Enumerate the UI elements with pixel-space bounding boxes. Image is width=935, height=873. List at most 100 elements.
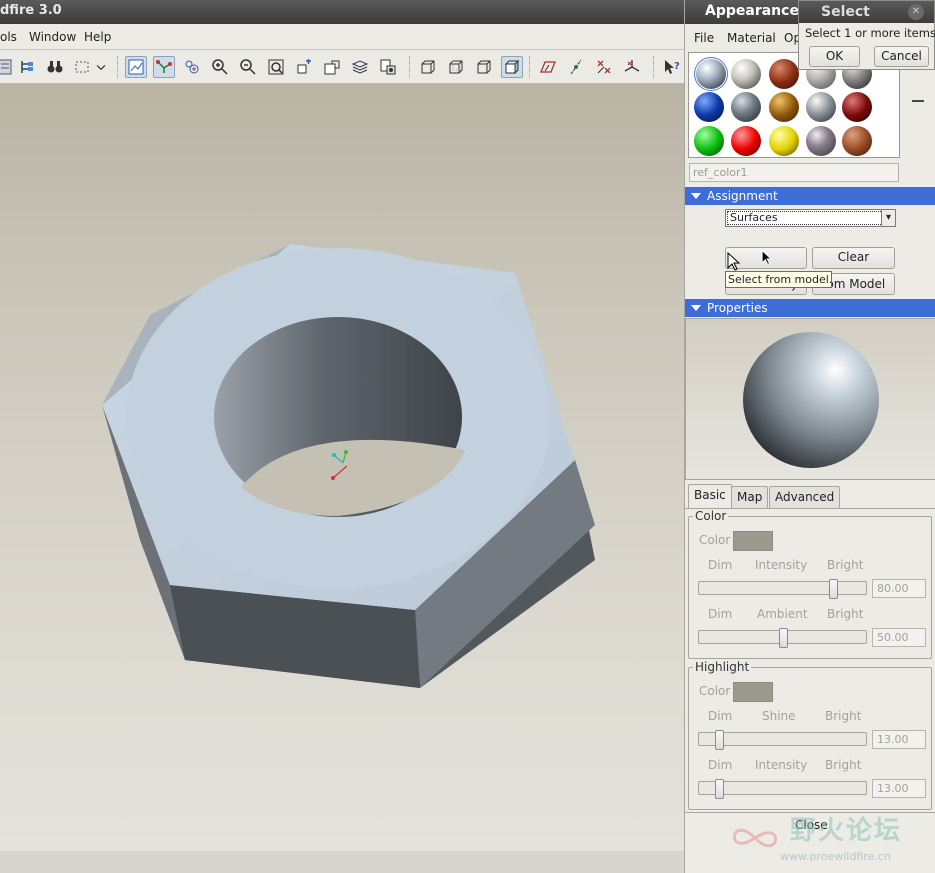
highlight-shine-value[interactable]: 13.00 (872, 730, 926, 749)
cancel-button[interactable]: Cancel (874, 46, 929, 67)
slider-thumb[interactable] (715, 730, 724, 750)
bright-label: Bright (825, 709, 862, 723)
intensity-label: Intensity (755, 558, 808, 572)
color-intensity-value[interactable]: 80.00 (872, 579, 926, 598)
datum-plane-display-icon[interactable] (125, 56, 147, 78)
swatch-terracotta[interactable] (842, 126, 872, 156)
shading-icon[interactable] (501, 56, 523, 78)
menu-tools[interactable]: ols (0, 30, 17, 44)
color-swatch[interactable] (733, 531, 773, 551)
hidden-line-icon[interactable] (445, 56, 467, 78)
color-intensity-slider[interactable] (698, 579, 867, 599)
remove-appearance-icon[interactable] (911, 94, 925, 108)
selection-box-icon[interactable] (72, 56, 94, 78)
hex-nut-model[interactable] (0, 84, 684, 851)
menu-window[interactable]: Window (29, 30, 76, 44)
swatch-bronze[interactable] (769, 92, 799, 122)
wireframe-icon[interactable] (417, 56, 439, 78)
binoculars-icon[interactable] (44, 56, 66, 78)
saved-views-icon[interactable] (321, 56, 343, 78)
watermark: 野火论坛 www.proewildfire.cn (720, 806, 935, 870)
select-dialog: Select ✕ Select 1 or more items. OK Canc… (798, 0, 935, 70)
swatch-chrome[interactable] (806, 92, 836, 122)
watermark-title: 野火论坛 (790, 816, 903, 846)
highlight-intensity-slider[interactable] (698, 779, 867, 799)
color-ambient-value[interactable]: 50.00 (872, 628, 926, 647)
svg-text:?: ? (674, 61, 680, 72)
view-manager-icon[interactable] (377, 56, 399, 78)
zoom-in-icon[interactable] (209, 56, 231, 78)
highlight-intensity-value[interactable]: 13.00 (872, 779, 926, 798)
menu-help[interactable]: Help (84, 30, 111, 44)
select-dialog-message: Select 1 or more items. (805, 26, 935, 40)
repaint-icon[interactable] (0, 56, 16, 78)
swatch-ref-color1[interactable] (694, 57, 728, 91)
slider-thumb[interactable] (779, 628, 788, 648)
swatch-red[interactable] (731, 126, 761, 156)
coordinate-system-icon[interactable] (621, 56, 643, 78)
main-menu-bar: ols Window Help (0, 24, 684, 50)
shine-label: Shine (762, 709, 796, 723)
clear-button[interactable]: Clear (812, 247, 895, 269)
select-from-model-tooltip: Select from model. (725, 271, 832, 288)
highlight-shine-slider[interactable] (698, 730, 867, 750)
tab-basic[interactable]: Basic (688, 484, 732, 509)
chevron-down-icon[interactable] (94, 56, 108, 78)
bright-label: Bright (827, 607, 864, 621)
model-tree-icon[interactable] (16, 56, 38, 78)
context-help-icon[interactable]: ? (661, 56, 683, 78)
swatch-green[interactable] (694, 126, 724, 156)
tab-map[interactable]: Map (731, 486, 769, 508)
swatch-copper[interactable] (769, 59, 799, 89)
no-hidden-icon[interactable] (473, 56, 495, 78)
swatch-blue[interactable] (694, 92, 724, 122)
assignment-header-label: Assignment (707, 189, 778, 203)
toolbar-separator (653, 56, 654, 78)
color-ambient-slider[interactable] (698, 628, 867, 648)
slider-thumb[interactable] (715, 779, 724, 799)
swatch-marble[interactable] (806, 126, 836, 156)
select-dialog-title: Select (821, 4, 870, 20)
main-window-title: dfire 3.0 (0, 3, 62, 18)
swatch-yellow[interactable] (769, 126, 799, 156)
datum-axis-icon[interactable] (565, 56, 587, 78)
dim-label: Dim (708, 558, 733, 572)
properties-tabs: Basic Map Advanced (685, 484, 935, 509)
appearance-panel: Appearance File Material Op ref_color1 A… (684, 0, 935, 873)
zoom-out-icon[interactable] (237, 56, 259, 78)
collapse-triangle-icon (691, 305, 701, 311)
mouse-pointer-icon (727, 251, 741, 272)
appearance-title: Appearance (705, 3, 799, 19)
collapse-triangle-icon (691, 193, 701, 199)
toolbar-separator (117, 56, 118, 78)
appearance-name-field[interactable]: ref_color1 (689, 163, 899, 182)
layers-icon[interactable] (349, 56, 371, 78)
assignment-section-header[interactable]: Assignment (685, 187, 935, 205)
highlight-color-swatch[interactable] (733, 682, 773, 702)
color-group-legend: Color (693, 509, 729, 523)
properties-section-header[interactable]: Properties (685, 299, 935, 317)
datum-axis-display-icon[interactable] (153, 56, 175, 78)
cursor-arrow-icon (761, 249, 773, 266)
toolbar-separator (409, 56, 410, 78)
refit-icon[interactable] (265, 56, 287, 78)
close-icon[interactable]: ✕ (908, 4, 924, 20)
reorient-icon[interactable] (293, 56, 315, 78)
tab-advanced[interactable]: Advanced (769, 486, 841, 508)
swatch-steel[interactable] (731, 92, 761, 122)
datum-plane-icon[interactable] (537, 56, 559, 78)
highlight-group-legend: Highlight (693, 660, 752, 674)
appearance-menu-material[interactable]: Material (727, 31, 776, 45)
chevron-down-icon[interactable]: ▾ (881, 209, 896, 227)
assignment-type-dropdown[interactable]: Surfaces (725, 209, 895, 227)
datum-point-display-icon[interactable] (181, 56, 203, 78)
appearance-menu-file[interactable]: File (694, 31, 714, 45)
swatch-white[interactable] (731, 59, 761, 89)
bright-label: Bright (827, 558, 864, 572)
swatch-dark-red[interactable] (842, 92, 872, 122)
ok-button[interactable]: OK (809, 46, 860, 67)
datum-point-icon[interactable] (593, 56, 615, 78)
ambient-label: Ambient (757, 607, 808, 621)
slider-thumb[interactable] (829, 579, 838, 599)
model-viewport[interactable] (0, 84, 684, 851)
